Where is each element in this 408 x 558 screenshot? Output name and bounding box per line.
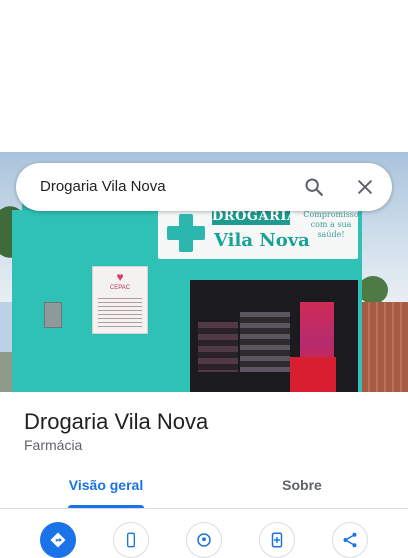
clear-search-button[interactable] [347, 169, 383, 205]
call-button[interactable] [113, 522, 149, 558]
search-button[interactable] [296, 169, 332, 205]
pharmacy-cross-icon [164, 212, 208, 254]
place-category: Farmácia [24, 437, 83, 453]
heart-icon: ♥ [116, 270, 124, 284]
tab-about[interactable]: Sobre [252, 468, 352, 508]
directions-icon [50, 532, 66, 548]
place-title: Drogaria Vila Nova [24, 409, 209, 434]
sign-main-text: Vila Nova [214, 230, 310, 251]
tab-overview[interactable]: Visão geral [56, 468, 156, 508]
phone-icon [127, 532, 135, 548]
poster-title: CEPAC [109, 285, 131, 291]
place-tabs: Visão geral Sobre [0, 468, 408, 508]
sign-slogan: Compromisso com a sua saúde! [303, 210, 359, 239]
brick-fence [362, 302, 408, 392]
search-input[interactable]: Drogaria Vila Nova [40, 163, 166, 211]
shelf [240, 312, 290, 372]
location-icon [197, 533, 211, 547]
search-icon [305, 178, 323, 196]
nearby-button[interactable] [186, 522, 222, 558]
directions-button[interactable] [40, 522, 76, 558]
shelf [198, 322, 238, 372]
divider [0, 508, 408, 509]
close-icon [358, 180, 372, 194]
electric-meter [44, 302, 62, 328]
share-icon [343, 532, 357, 548]
save-icon [271, 532, 283, 548]
top-blank-area [0, 0, 408, 152]
share-button[interactable] [332, 522, 368, 558]
action-buttons [0, 522, 408, 558]
search-bar[interactable]: Drogaria Vila Nova [16, 163, 392, 211]
save-button[interactable] [259, 522, 295, 558]
wall-poster: ♥ CEPAC [92, 266, 148, 334]
